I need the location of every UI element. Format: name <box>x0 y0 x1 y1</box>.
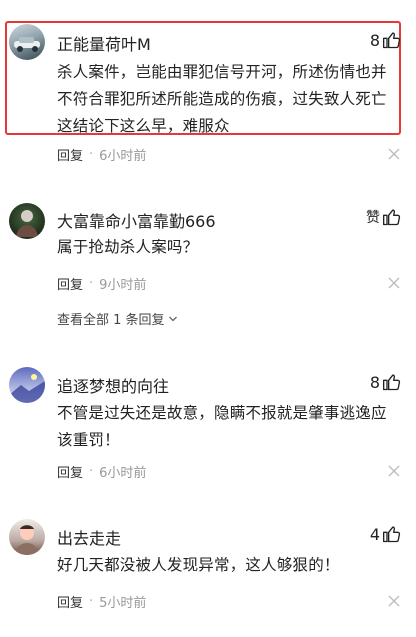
like-button[interactable]: 8 <box>370 372 402 392</box>
timestamp: 5小时前 <box>99 596 147 611</box>
avatar[interactable] <box>9 203 45 239</box>
like-button[interactable]: 4 <box>370 524 402 544</box>
view-all-label: 查看全部 1 条回复 <box>57 313 165 328</box>
comment-line: 好几天都没被人发现异常，这人够狠的！ <box>57 556 340 574</box>
timestamp: 9小时前 <box>99 278 147 293</box>
reply-button[interactable]: 回复 <box>57 592 83 611</box>
separator-dot: · <box>89 276 94 291</box>
thumbs-up-icon <box>383 526 401 543</box>
like-button[interactable]: 赞 <box>366 207 402 227</box>
person-avatar-icon <box>16 210 38 237</box>
avatar[interactable] <box>9 519 45 555</box>
username[interactable]: 正能量荷叶M <box>57 31 151 55</box>
reply-button[interactable]: 回复 <box>57 462 83 481</box>
comment-line: 这结论下这么早，难服众 <box>57 117 230 135</box>
thumbs-up-icon <box>383 32 401 49</box>
avatar[interactable] <box>9 24 45 60</box>
comment-line: 该重罚！ <box>57 431 120 449</box>
comment-meta: 回复 · 5小时前 <box>57 592 146 611</box>
avatar[interactable] <box>9 367 45 403</box>
close-icon[interactable] <box>388 277 400 289</box>
comment-line: 不符合罪犯所述所能造成的伤痕，过失致人死亡 <box>57 90 387 108</box>
username[interactable]: 大富靠命小富靠勤666 <box>57 208 216 232</box>
like-count: 8 <box>369 30 380 50</box>
person-avatar-icon <box>15 525 39 555</box>
username[interactable]: 追逐梦想的向往 <box>57 373 169 397</box>
comment-text: 属于抢劫杀人案吗？ <box>57 234 402 261</box>
comment-text: 好几天都没被人发现异常，这人够狠的！ <box>57 552 402 579</box>
separator-dot: · <box>89 147 94 162</box>
reply-button[interactable]: 回复 <box>57 274 83 293</box>
landscape-avatar-icon <box>9 374 45 403</box>
username[interactable]: 出去走走 <box>57 525 121 549</box>
comment-line: 杀人案件，岂能由罪犯信号开河，所述伤情也并 <box>57 63 387 81</box>
comment-line: 属于抢劫杀人案吗？ <box>57 238 199 256</box>
like-count: 8 <box>369 372 380 392</box>
comment-meta: 回复 · 6小时前 <box>57 462 146 481</box>
timestamp: 6小时前 <box>99 466 147 481</box>
thumbs-up-icon <box>383 209 401 226</box>
thumbs-up-icon <box>383 374 401 391</box>
close-icon[interactable] <box>388 465 400 477</box>
like-button[interactable]: 8 <box>370 30 402 50</box>
timestamp: 6小时前 <box>99 149 147 164</box>
comment-meta: 回复 · 9小时前 <box>57 274 146 293</box>
car-avatar-icon <box>14 37 40 52</box>
comment-line: 不管是过失还是故意，隐瞒不报就是肇事逃逸应 <box>57 404 387 422</box>
separator-dot: · <box>89 464 94 479</box>
comment-meta: 回复 · 6小时前 <box>57 145 146 164</box>
close-icon[interactable] <box>388 595 400 607</box>
view-all-replies-button[interactable]: 查看全部 1 条回复 <box>57 309 178 328</box>
chevron-down-icon <box>168 316 177 321</box>
comment-text: 杀人案件，岂能由罪犯信号开河，所述伤情也并 不符合罪犯所述所能造成的伤痕，过失致… <box>57 59 402 140</box>
comment-text: 不管是过失还是故意，隐瞒不报就是肇事逃逸应 该重罚！ <box>57 400 402 454</box>
reply-button[interactable]: 回复 <box>57 145 83 164</box>
like-count: 4 <box>369 524 380 544</box>
separator-dot: · <box>89 594 94 609</box>
like-label: 赞 <box>366 210 380 226</box>
close-icon[interactable] <box>388 148 400 160</box>
